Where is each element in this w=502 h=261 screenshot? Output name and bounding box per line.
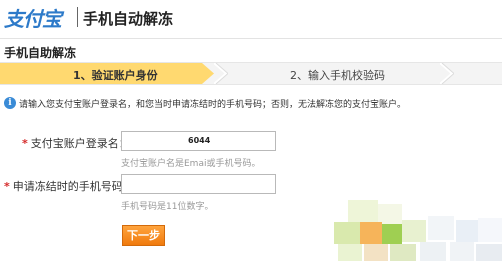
header-rule	[0, 38, 502, 39]
info-message: 请输入您支付宝账户登录名，和您当时申请冻结时的手机号码；否则，无法解冻您的支付宝…	[19, 100, 407, 110]
step-2-label: 2、输入手机校验码	[290, 69, 385, 82]
next-step-button[interactable]: 下一步	[122, 225, 165, 246]
section-title: 手机自助解冻	[4, 46, 77, 60]
phone-label: * 申请冻结时的手机号码：	[4, 178, 134, 194]
info-icon: i	[4, 97, 16, 109]
login-name-hint: 支付宝账户名是Emai或手机号码。	[121, 159, 261, 169]
step-1-label: 1、验证账户身份	[73, 69, 158, 82]
login-name-label-text: 支付宝账户登录名：	[30, 137, 130, 150]
step-chevron-icon	[214, 63, 228, 84]
phone-number-hint: 手机号码是11位数字。	[121, 202, 214, 212]
login-name-input[interactable]: 6044	[121, 131, 276, 151]
phone-number-input[interactable]	[121, 174, 276, 194]
login-name-value: 6044	[188, 136, 211, 145]
login-name-label: * 支付宝账户登录名：	[22, 135, 130, 151]
step-end-chevron-icon	[440, 63, 454, 84]
header-divider	[77, 7, 78, 27]
logo-text: 支付宝	[4, 6, 62, 31]
page-header-title: 手机自动解冻	[83, 10, 174, 28]
required-mark: *	[4, 180, 10, 193]
pixelated-watermark	[330, 190, 502, 261]
phone-label-text: 申请冻结时的手机号码：	[12, 180, 134, 193]
required-mark: *	[22, 137, 28, 150]
step-progress-bar: 1、验证账户身份 2、输入手机校验码	[0, 62, 502, 85]
alipay-logo: 支付宝	[4, 4, 62, 31]
